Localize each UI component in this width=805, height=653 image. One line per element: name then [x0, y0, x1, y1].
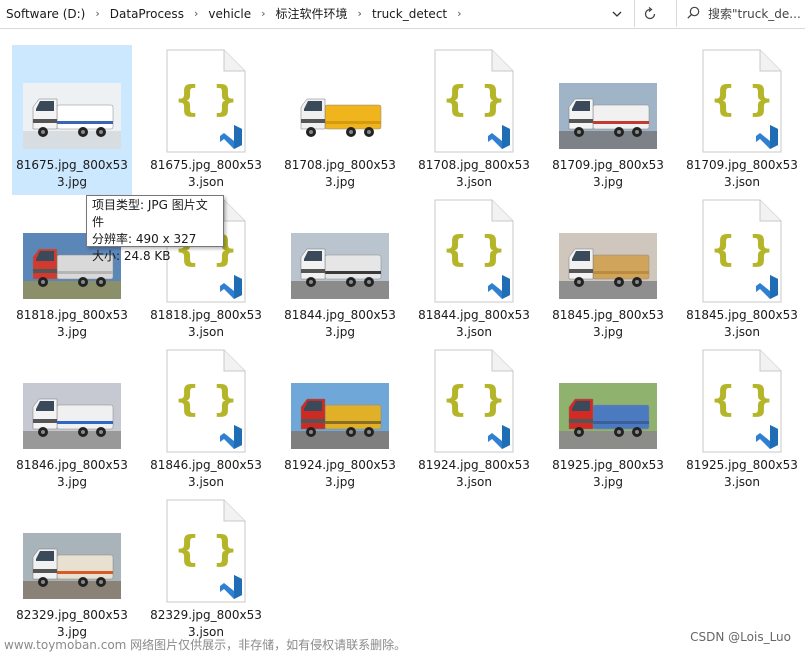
file-name-label: 81708.jpg_800x533.json [418, 158, 530, 189]
breadcrumb[interactable]: Software (D:) › DataProcess › vehicle › 标注软件环境… [0, 0, 635, 27]
image-thumbnail [290, 73, 390, 159]
file-item-jpg[interactable]: 81708.jpg_800x533.jpg [280, 45, 400, 195]
truck-thumbnail [23, 83, 121, 149]
file-item-json[interactable]: { } 81845.jpg_800x533.json [682, 195, 802, 345]
file-name-label: 81675.jpg_800x533.jpg [16, 158, 128, 189]
file-item-jpg[interactable]: 81709.jpg_800x533.jpg [548, 45, 668, 195]
search-input[interactable]: 搜索"truck_de... [676, 0, 805, 27]
json-file-icon: { } [434, 199, 514, 303]
image-thumbnail [558, 223, 658, 309]
address-bar: Software (D:) › DataProcess › vehicle › 标注软件环境… [0, 0, 805, 29]
tooltip-size: 大小: 24.8 KB [92, 249, 171, 263]
file-name-label: 81709.jpg_800x533.json [686, 158, 798, 189]
breadcrumb-item[interactable]: vehicle [202, 7, 257, 21]
tooltip-type: 项目类型: JPG 图片文件 [92, 198, 208, 229]
file-item-json[interactable]: { } 81709.jpg_800x533.json [682, 45, 802, 195]
svg-text:{ }: { } [174, 79, 238, 120]
file-name-label: 81818.jpg_800x533.jpg [16, 308, 128, 339]
svg-text:{ }: { } [442, 229, 506, 270]
file-name-label: 81925.jpg_800x533.json [686, 458, 798, 489]
image-thumbnail [22, 373, 122, 459]
image-thumbnail [22, 523, 122, 609]
truck-thumbnail [559, 383, 657, 449]
image-thumbnail [290, 223, 390, 309]
refresh-icon[interactable] [638, 4, 662, 24]
file-name-label: 81845.jpg_800x533.json [686, 308, 798, 339]
search-placeholder: 搜索"truck_de... [708, 7, 801, 21]
breadcrumb-item[interactable]: DataProcess [104, 7, 190, 21]
file-name-label: 81708.jpg_800x533.jpg [284, 158, 396, 189]
file-item-jpg[interactable]: 81925.jpg_800x533.jpg [548, 345, 668, 495]
file-name-label: 81924.jpg_800x533.jpg [284, 458, 396, 489]
file-item-jpg[interactable]: 81846.jpg_800x533.jpg [12, 345, 132, 495]
svg-text:{ }: { } [442, 79, 506, 120]
truck-thumbnail [559, 83, 657, 149]
image-thumbnail [558, 73, 658, 159]
truck-thumbnail [559, 233, 657, 299]
file-name-label: 81924.jpg_800x533.json [418, 458, 530, 489]
chevron-right-icon[interactable]: › [91, 7, 103, 20]
file-item-jpg[interactable]: 81924.jpg_800x533.jpg [280, 345, 400, 495]
file-item-jpg[interactable]: 82329.jpg_800x533.jpg [12, 495, 132, 645]
json-file-icon: { } [166, 49, 246, 153]
file-item-json[interactable]: { } 81708.jpg_800x533.json [414, 45, 534, 195]
svg-text:{ }: { } [710, 379, 774, 420]
json-file-icon: { } [702, 199, 782, 303]
credit-label: CSDN @Lois_Luo [690, 630, 791, 644]
image-thumbnail [558, 373, 658, 459]
file-item-json[interactable]: { } 81675.jpg_800x533.json [146, 45, 266, 195]
file-name-label: 81709.jpg_800x533.jpg [552, 158, 664, 189]
chevron-right-icon[interactable]: › [190, 7, 202, 20]
truck-thumbnail [291, 383, 389, 449]
file-item-json[interactable]: { } 81846.jpg_800x533.json [146, 345, 266, 495]
file-item-jpg[interactable]: 81675.jpg_800x533.jpg [12, 45, 132, 195]
file-name-label: 81844.jpg_800x533.json [418, 308, 530, 339]
truck-thumbnail [291, 83, 389, 149]
image-thumbnail [290, 373, 390, 459]
file-tooltip: 项目类型: JPG 图片文件 分辨率: 490 x 327 大小: 24.8 K… [86, 195, 224, 263]
svg-text:{ }: { } [710, 229, 774, 270]
json-file-icon: { } [166, 499, 246, 603]
breadcrumb-item[interactable]: Software (D:) [0, 7, 91, 21]
svg-text:{ }: { } [174, 529, 238, 570]
json-file-icon: { } [702, 49, 782, 153]
json-file-icon: { } [434, 349, 514, 453]
chevron-right-icon[interactable]: › [453, 7, 465, 20]
file-name-label: 81844.jpg_800x533.jpg [284, 308, 396, 339]
file-item-json[interactable]: { } 81925.jpg_800x533.json [682, 345, 802, 495]
svg-text:{ }: { } [442, 379, 506, 420]
search-icon [687, 6, 700, 22]
truck-thumbnail [291, 233, 389, 299]
file-name-label: 81846.jpg_800x533.json [150, 458, 262, 489]
file-item-json[interactable]: { } 81924.jpg_800x533.json [414, 345, 534, 495]
file-item-jpg[interactable]: 81845.jpg_800x533.jpg [548, 195, 668, 345]
json-file-icon: { } [434, 49, 514, 153]
svg-text:{ }: { } [710, 79, 774, 120]
file-name-label: 81845.jpg_800x533.jpg [552, 308, 664, 339]
chevron-right-icon[interactable]: › [257, 7, 269, 20]
file-name-label: 81818.jpg_800x533.json [150, 308, 262, 339]
file-name-label: 81925.jpg_800x533.jpg [552, 458, 664, 489]
chevron-right-icon[interactable]: › [354, 7, 366, 20]
file-item-jpg[interactable]: 81844.jpg_800x533.jpg [280, 195, 400, 345]
truck-thumbnail [23, 383, 121, 449]
image-thumbnail [22, 73, 122, 159]
chevron-down-icon[interactable] [604, 4, 630, 24]
json-file-icon: { } [166, 349, 246, 453]
breadcrumb-item[interactable]: truck_detect [366, 7, 453, 21]
truck-thumbnail [23, 533, 121, 599]
watermark: www.toymoban.com 网络图片仅供展示，非存储，如有侵权请联系删除。 [4, 638, 407, 652]
file-item-json[interactable]: { } 82329.jpg_800x533.json [146, 495, 266, 645]
file-name-label: 81675.jpg_800x533.json [150, 158, 262, 189]
svg-text:{ }: { } [174, 379, 238, 420]
file-item-json[interactable]: { } 81844.jpg_800x533.json [414, 195, 534, 345]
breadcrumb-item[interactable]: 标注软件环境 [270, 5, 354, 22]
json-file-icon: { } [702, 349, 782, 453]
tooltip-resolution: 分辨率: 490 x 327 [92, 232, 197, 246]
file-name-label: 81846.jpg_800x533.jpg [16, 458, 128, 489]
